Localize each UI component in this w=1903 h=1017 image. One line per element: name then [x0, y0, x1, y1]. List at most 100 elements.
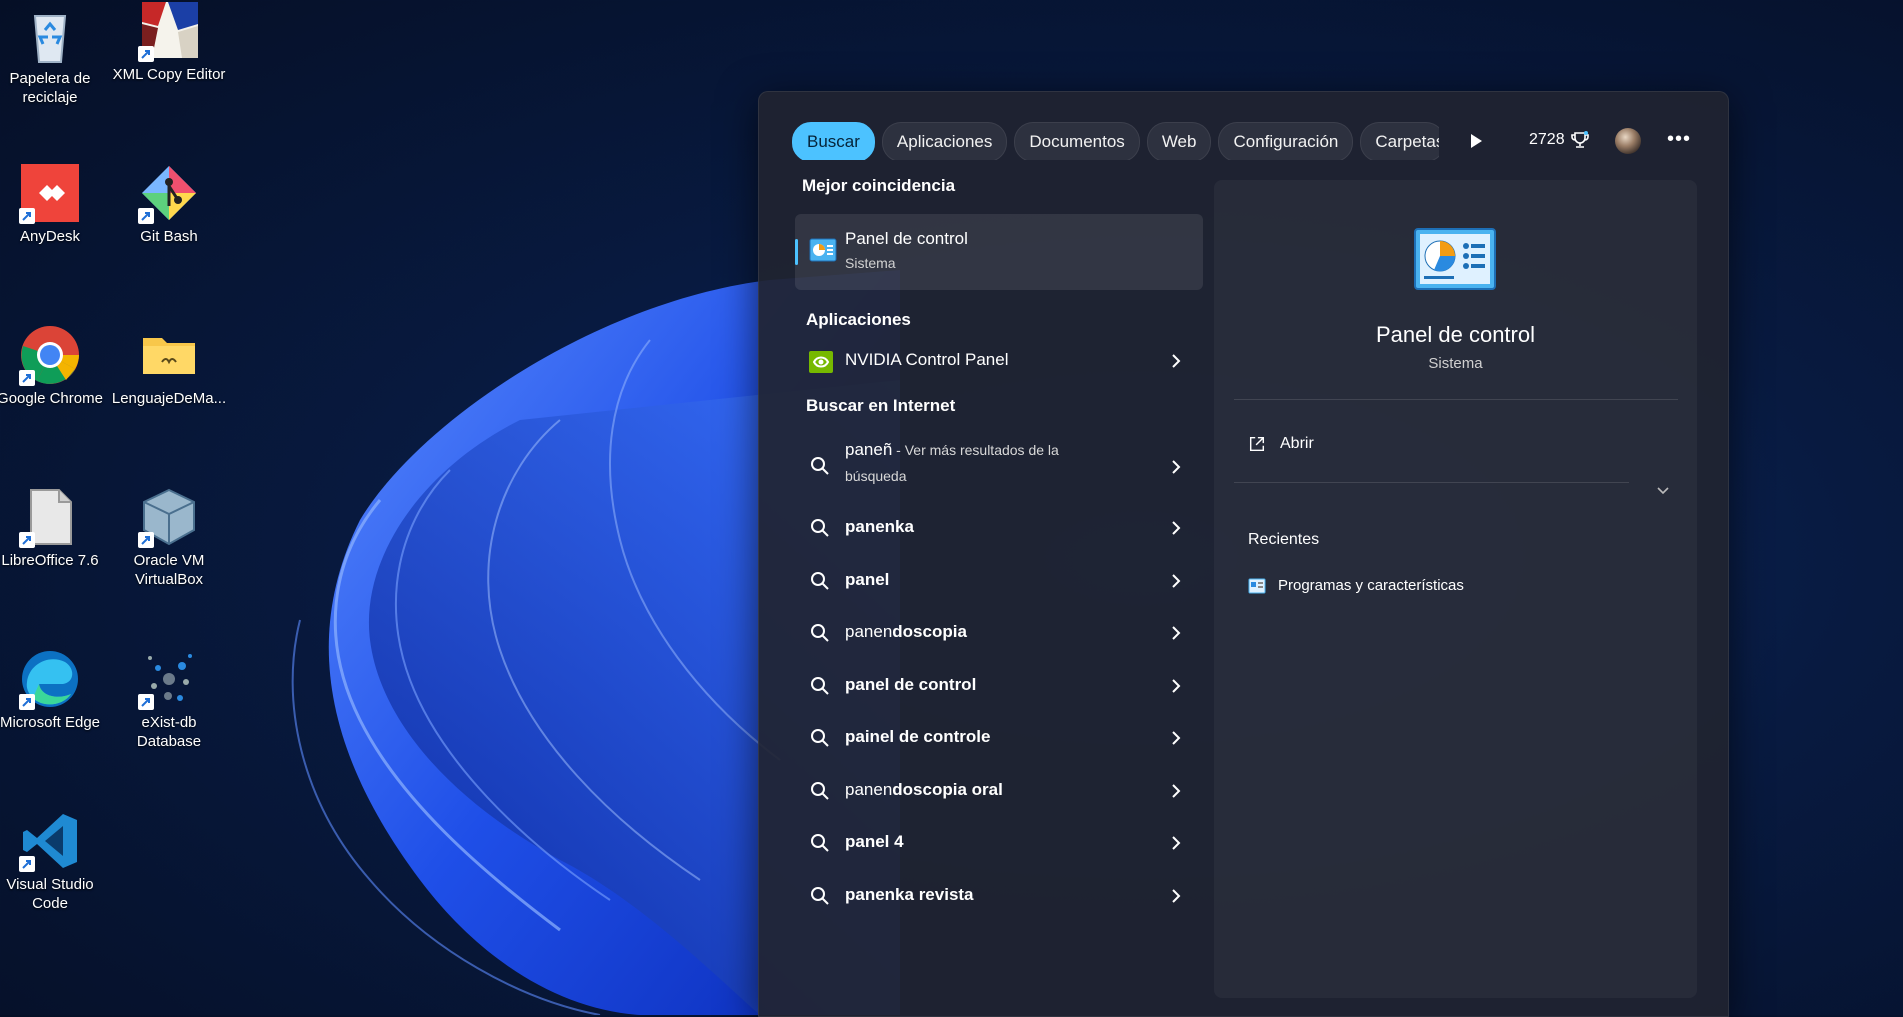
- desktop-icon-virtualbox[interactable]: Oracle VM VirtualBox: [110, 486, 228, 589]
- suggestion-prefix: panel: [845, 569, 890, 589]
- desktop-icon-exist-db[interactable]: eXist-db Database: [110, 648, 228, 751]
- web-suggestion-text: panendoscopia oral: [845, 780, 1003, 800]
- vscode-icon: [19, 810, 81, 872]
- chevron-right-icon: [1172, 888, 1181, 903]
- chevron-right-icon: [1172, 573, 1181, 588]
- best-match-item[interactable]: Panel de control Sistema: [795, 214, 1203, 290]
- search-icon: [811, 886, 829, 905]
- chevron-right-icon: [1172, 354, 1181, 368]
- tab-buscar[interactable]: Buscar: [792, 122, 875, 160]
- desktop-icon-git-bash[interactable]: Git Bash: [110, 162, 228, 246]
- desktop-icon-label: LenguajeDeMa...: [111, 390, 227, 407]
- desktop-icon-label: Visual Studio Code: [6, 876, 94, 912]
- desktop-icon-libreoffice[interactable]: LibreOffice 7.6: [0, 486, 109, 570]
- folder-icon: [138, 324, 200, 386]
- more-options-button[interactable]: •••: [1665, 128, 1693, 154]
- desktop-icon-anydesk[interactable]: AnyDesk: [0, 162, 109, 246]
- suggestion-rest: doscopia oral: [892, 779, 1003, 799]
- tab-configuracion[interactable]: Configuración: [1218, 122, 1354, 160]
- search-icon: [811, 457, 829, 475]
- programs-icon: [1248, 578, 1266, 593]
- web-suggestion[interactable]: painel de controle: [795, 715, 1203, 761]
- best-match-subtitle: Sistema: [845, 255, 896, 271]
- details-subtitle: Sistema: [1428, 355, 1483, 372]
- tab-web[interactable]: Web: [1146, 122, 1212, 160]
- desktop-icon-label: Microsoft Edge: [0, 714, 101, 731]
- web-suggestion[interactable]: panel 4: [795, 820, 1203, 866]
- web-query: paneñ: [845, 440, 893, 459]
- desktop-icon-vscode[interactable]: Visual Studio Code: [0, 810, 109, 913]
- apps-heading: Aplicaciones: [806, 310, 911, 329]
- xml-copy-editor-icon: [138, 0, 200, 62]
- app-result-nvidia[interactable]: NVIDIA Control Panel: [795, 338, 1203, 384]
- search-flyout: Buscar Aplicaciones Documentos Web Confi…: [758, 91, 1729, 1017]
- virtualbox-icon: [138, 486, 200, 548]
- chevron-right-icon: [1172, 731, 1181, 745]
- suggestion-prefix: painel de controle: [845, 727, 991, 746]
- web-suggestion-text: panenka revista: [845, 885, 974, 905]
- desktop-icon-label: Oracle VM VirtualBox: [133, 552, 205, 588]
- desktop-icon-label: Papelera de reciclaje: [9, 70, 91, 106]
- web-suggestion-text: panenka: [845, 517, 914, 537]
- search-icon: [811, 834, 829, 852]
- web-suggestion[interactable]: panenka revista: [795, 873, 1203, 919]
- web-suggestion[interactable]: panel de control: [795, 663, 1203, 709]
- anydesk-icon: [19, 162, 81, 224]
- suggestion-prefix: panel 4: [845, 832, 904, 851]
- web-suggestion[interactable]: panel: [795, 558, 1203, 604]
- chrome-icon: [19, 324, 81, 386]
- details-title: Panel de control: [1376, 322, 1535, 347]
- search-icon: [811, 676, 829, 695]
- desktop-icon-google-chrome[interactable]: Google Chrome: [0, 324, 109, 408]
- web-suggestion[interactable]: panenka: [795, 505, 1203, 551]
- web-suggestion-text: panendoscopia: [845, 622, 967, 642]
- search-icon: [811, 571, 829, 590]
- desktop-icon-folder[interactable]: LenguajeDeMa...: [110, 324, 228, 408]
- web-suggestion-text: painel de controle: [845, 727, 990, 747]
- divider: [1234, 399, 1678, 400]
- desktop-icon-label: LibreOffice 7.6: [1, 552, 99, 569]
- chevron-right-icon: [1172, 626, 1181, 640]
- desktop-icon-microsoft-edge[interactable]: Microsoft Edge: [0, 648, 109, 732]
- suggestion-prefix: panenka: [845, 517, 914, 536]
- chevron-down-icon[interactable]: [1656, 486, 1670, 496]
- web-heading: Buscar en Internet: [806, 396, 956, 415]
- desktop-icon-label: eXist-db Database: [136, 714, 202, 750]
- suggestion-prefix: panen: [845, 622, 893, 641]
- desktop-icon-xml-copy-editor[interactable]: XML Copy Editor: [110, 0, 228, 84]
- recent-item-label: Programas y características: [1278, 577, 1464, 594]
- recycle-bin-icon: [19, 4, 81, 66]
- rewards-points[interactable]: 2728: [1529, 130, 1590, 150]
- open-action[interactable]: Abrir: [1248, 435, 1314, 453]
- suggestion-prefix: panel de control: [845, 674, 977, 694]
- details-pane: Panel de control Sistema Abrir Recientes…: [1214, 180, 1697, 998]
- recent-heading: Recientes: [1248, 531, 1320, 548]
- avatar[interactable]: [1615, 128, 1641, 154]
- control-panel-icon: [1414, 228, 1496, 290]
- chevron-right-icon: [1172, 521, 1181, 535]
- nvidia-icon: [809, 351, 833, 373]
- play-icon: [1471, 134, 1482, 148]
- points-value: 2728: [1529, 131, 1565, 148]
- open-label: Abrir: [1280, 435, 1314, 452]
- web-suggestion[interactable]: panendoscopia oral: [795, 768, 1203, 814]
- libreoffice-icon: [19, 486, 81, 548]
- search-icon: [811, 519, 829, 537]
- tab-carpetas[interactable]: Carpetas: [1360, 122, 1439, 160]
- desktop-icon-label: Google Chrome: [0, 390, 103, 407]
- search-icon: [811, 624, 829, 642]
- web-result-more[interactable]: paneñ - Ver más resultados de la búsqued…: [795, 434, 1203, 498]
- best-match-heading: Mejor coincidencia: [802, 176, 956, 195]
- more-tabs-button[interactable]: [1463, 129, 1487, 153]
- search-tabs: Buscar Aplicaciones Documentos Web Confi…: [792, 122, 1439, 160]
- recent-item[interactable]: Programas y características: [1248, 577, 1464, 594]
- desktop-icon-label: XML Copy Editor: [112, 66, 226, 83]
- tab-documentos[interactable]: Documentos: [1014, 122, 1140, 160]
- tab-aplicaciones[interactable]: Aplicaciones: [881, 122, 1008, 160]
- desktop-icon-recycle-bin[interactable]: Papelera de reciclaje: [0, 4, 109, 107]
- ellipsis-icon: •••: [1666, 128, 1691, 150]
- web-suggestion[interactable]: panendoscopia: [795, 610, 1203, 656]
- exist-db-icon: [138, 648, 200, 710]
- search-icon: [811, 729, 829, 747]
- edge-icon: [19, 648, 81, 710]
